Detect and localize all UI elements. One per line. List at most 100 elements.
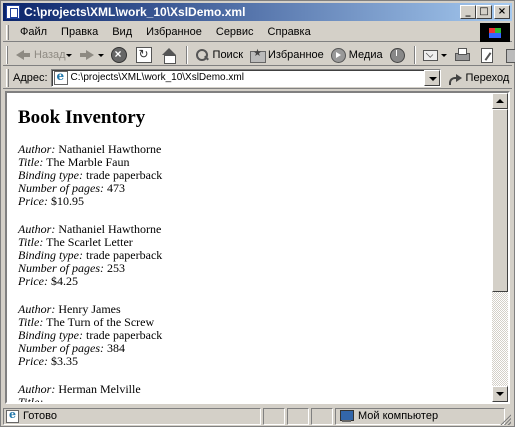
messenger-button[interactable] bbox=[501, 45, 515, 65]
vertical-scrollbar[interactable] bbox=[492, 93, 508, 402]
stop-icon bbox=[110, 46, 127, 63]
home-icon bbox=[161, 47, 177, 64]
printer-icon bbox=[454, 47, 470, 63]
menu-view[interactable]: Вид bbox=[105, 26, 139, 38]
addressbar-grip[interactable] bbox=[6, 68, 9, 87]
field-value: trade paperback bbox=[85, 168, 163, 182]
menu-edit[interactable]: Правка bbox=[54, 26, 105, 38]
title-bar[interactable]: C:\projects\XML\work_10\XslDemo.xml _ □ … bbox=[3, 3, 512, 21]
scroll-up-button[interactable] bbox=[492, 93, 508, 109]
messenger-icon bbox=[504, 47, 515, 63]
page-icon bbox=[53, 69, 68, 85]
menu-bar: Файл Правка Вид Избранное Сервис Справка bbox=[3, 23, 512, 42]
favorites-label: Избранное bbox=[268, 48, 324, 61]
field-label: Number of pages: bbox=[18, 261, 104, 275]
status-text-panel: Готово bbox=[3, 407, 261, 425]
close-button[interactable]: × bbox=[494, 5, 510, 19]
refresh-button[interactable] bbox=[133, 45, 158, 65]
field-label: Binding type: bbox=[18, 328, 83, 342]
field-value: trade paperback bbox=[85, 328, 163, 342]
back-button[interactable]: Назад bbox=[12, 45, 76, 65]
field-label: Price: bbox=[18, 194, 48, 208]
field-label: Price: bbox=[18, 354, 48, 368]
field-label: Author: bbox=[18, 222, 56, 236]
scroll-down-button[interactable] bbox=[492, 386, 508, 402]
field-value: Nathaniel Hawthorne bbox=[58, 222, 162, 236]
toolbar-separator bbox=[185, 45, 188, 64]
forward-button[interactable] bbox=[76, 45, 108, 65]
zone-label: Мой компьютер bbox=[358, 410, 439, 422]
maximize-button[interactable]: □ bbox=[476, 5, 492, 19]
field-label: Author: bbox=[18, 302, 56, 316]
field-value: 473 bbox=[107, 181, 125, 195]
windows-logo-icon bbox=[480, 23, 510, 42]
media-label: Медиа bbox=[348, 48, 383, 61]
status-panel bbox=[311, 407, 333, 425]
status-bar: Готово Мой компьютер bbox=[3, 406, 512, 426]
address-dropdown-button[interactable] bbox=[423, 69, 440, 86]
edit-icon bbox=[479, 47, 495, 63]
address-combobox[interactable] bbox=[50, 68, 441, 87]
search-icon bbox=[194, 47, 210, 63]
field-label: Title: bbox=[18, 395, 44, 403]
field-value: The Scarlet Letter bbox=[46, 235, 133, 249]
book-title-row: Title: bbox=[18, 395, 492, 403]
media-button[interactable]: Медиа bbox=[327, 45, 386, 65]
home-button[interactable] bbox=[158, 45, 183, 65]
search-label: Поиск bbox=[212, 48, 244, 61]
menubar-grip[interactable] bbox=[6, 24, 9, 40]
mail-icon bbox=[422, 47, 438, 63]
back-label: Назад bbox=[34, 48, 66, 61]
field-label: Binding type: bbox=[18, 248, 83, 262]
resize-grip[interactable] bbox=[499, 413, 511, 425]
field-label: Title: bbox=[18, 155, 44, 169]
standard-toolbar: Назад Поиск Избранное Медиа bbox=[3, 44, 515, 66]
page-title: Book Inventory bbox=[18, 107, 146, 128]
status-text: Готово bbox=[23, 410, 57, 422]
field-value: The Marble Faun bbox=[46, 155, 130, 169]
menu-file[interactable]: Файл bbox=[13, 26, 54, 38]
address-input[interactable] bbox=[70, 70, 424, 85]
book-list: Author: Nathaniel Hawthorne Title: The Ma… bbox=[18, 143, 492, 403]
search-button[interactable]: Поиск bbox=[191, 45, 246, 65]
stop-button[interactable] bbox=[108, 45, 133, 65]
field-label: Title: bbox=[18, 315, 44, 329]
minimize-button[interactable]: _ bbox=[460, 5, 476, 19]
book-pages-row: Number of pages: 473 bbox=[18, 182, 492, 195]
menu-help[interactable]: Справка bbox=[261, 26, 318, 38]
field-label: Author: bbox=[18, 382, 56, 396]
book-pages-row: Number of pages: 253 bbox=[18, 262, 492, 275]
mail-button[interactable] bbox=[419, 45, 451, 65]
book-entry: Author: Nathaniel Hawthorne Title: The Ma… bbox=[18, 143, 492, 208]
browser-window: C:\projects\XML\work_10\XslDemo.xml _ □ … bbox=[0, 0, 515, 427]
favorites-button[interactable]: Избранное bbox=[246, 45, 327, 65]
menu-favorites[interactable]: Избранное bbox=[139, 26, 209, 38]
history-icon bbox=[389, 47, 405, 63]
window-title: C:\projects\XML\work_10\XslDemo.xml bbox=[24, 5, 246, 19]
go-arrow-icon bbox=[448, 71, 463, 85]
field-value: $10.95 bbox=[50, 194, 84, 208]
arrow-left-icon bbox=[15, 47, 31, 63]
field-label: Binding type: bbox=[18, 168, 83, 182]
field-value: Herman Melville bbox=[58, 382, 141, 396]
book-price-row: Price: $10.95 bbox=[18, 195, 492, 208]
go-button[interactable]: Переход bbox=[448, 71, 509, 85]
book-entry: Author: Nathaniel Hawthorne Title: The Sc… bbox=[18, 223, 492, 288]
field-value: Nathaniel Hawthorne bbox=[58, 142, 162, 156]
print-button[interactable] bbox=[451, 45, 476, 65]
document-icon[interactable] bbox=[6, 5, 20, 19]
book-pages-row: Number of pages: 384 bbox=[18, 342, 492, 355]
field-value: $4.25 bbox=[50, 274, 78, 288]
scroll-thumb[interactable] bbox=[492, 109, 508, 292]
book-entry: Author: Herman MelvilleTitle: Binding ty… bbox=[18, 382, 492, 403]
edit-button[interactable] bbox=[476, 45, 501, 65]
menu-tools[interactable]: Сервис bbox=[209, 26, 261, 38]
field-label: Author: bbox=[18, 142, 56, 156]
history-button[interactable] bbox=[386, 45, 411, 65]
book-price-row: Price: $4.25 bbox=[18, 275, 492, 288]
favorites-icon bbox=[249, 47, 267, 63]
toolbar-grip[interactable] bbox=[6, 45, 8, 64]
field-value: Henry James bbox=[58, 302, 121, 316]
toolbar-separator bbox=[413, 45, 416, 64]
field-value: The Turn of the Screw bbox=[46, 315, 155, 329]
